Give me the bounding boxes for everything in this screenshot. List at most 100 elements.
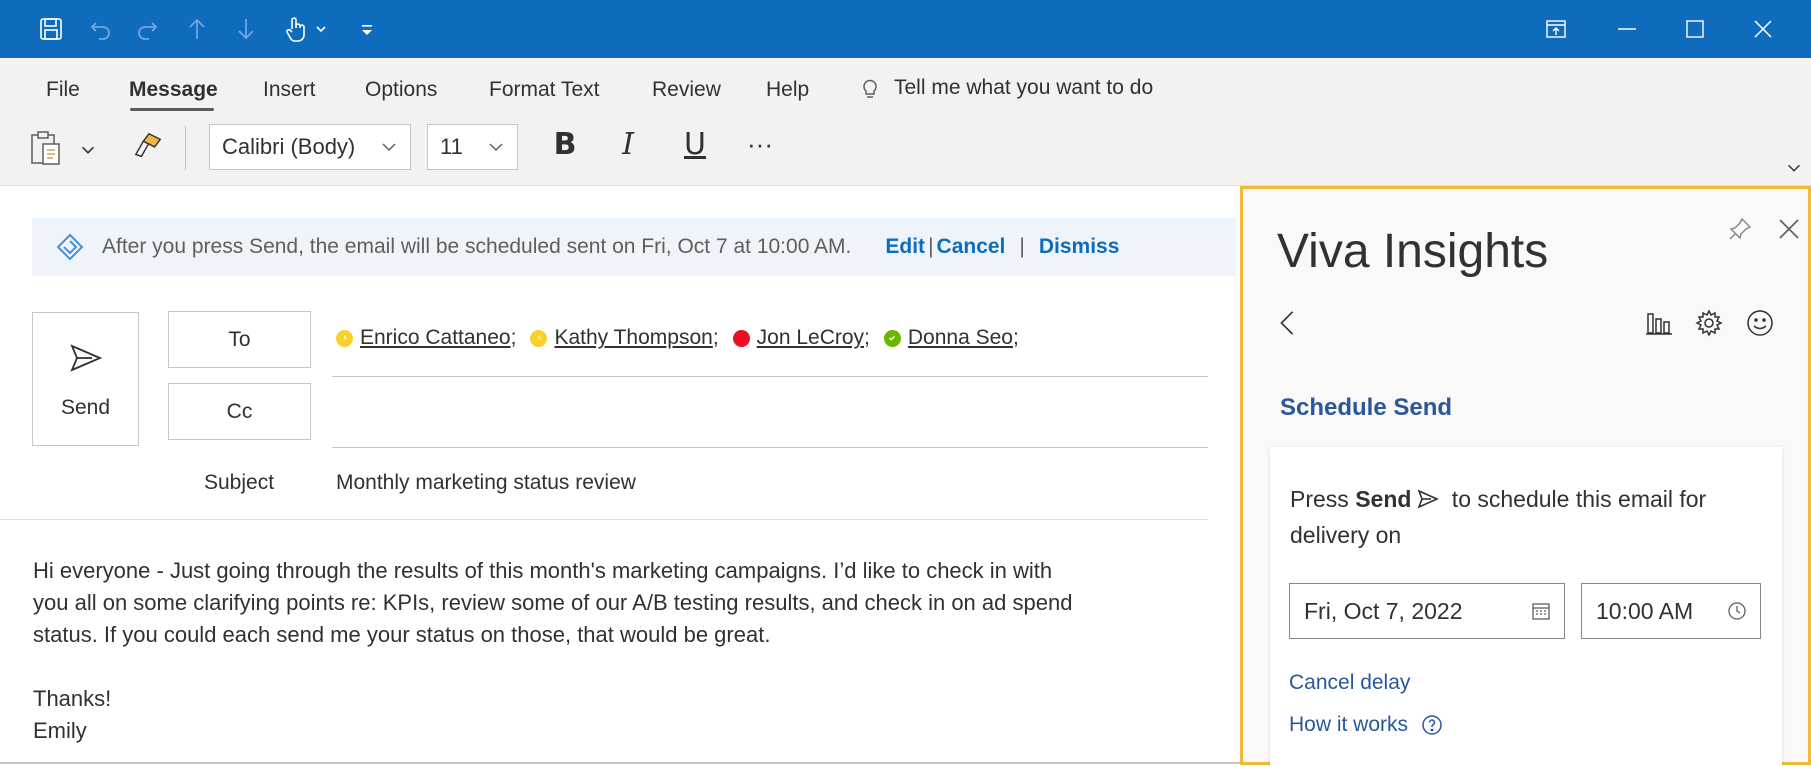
tab-format-text[interactable]: Format Text	[489, 78, 599, 102]
to-recipients-field[interactable]: Enrico Cattaneo; Kathy Thompson; Jon LeC…	[336, 326, 1033, 350]
recipient-chip[interactable]: Jon LeCroy;	[732, 326, 870, 350]
recipient-name: Kathy Thompson	[554, 326, 713, 349]
minimize-icon[interactable]	[1594, 0, 1660, 58]
back-icon[interactable]	[1269, 303, 1305, 343]
body-line: you all on some clarifying points re: KP…	[33, 590, 1073, 615]
send-button[interactable]: Send	[32, 312, 139, 446]
chevron-down-icon	[489, 143, 503, 152]
send-icon	[69, 344, 102, 372]
how-it-works-label: How it works	[1289, 713, 1409, 736]
lightbulb-icon	[863, 79, 877, 98]
recipient-name: Enrico Cattaneo	[360, 326, 511, 349]
font-size-dropdown[interactable]: 11	[427, 124, 518, 170]
instruction-text: Press	[1290, 486, 1356, 512]
body-line: status. If you could each send me your s…	[33, 622, 771, 647]
cc-button[interactable]: Cc	[168, 383, 311, 440]
tab-help[interactable]: Help	[766, 78, 809, 102]
delivery-time-value: 10:00 AM	[1596, 597, 1694, 624]
tab-message[interactable]: Message	[129, 78, 218, 102]
paste-icon[interactable]	[26, 128, 66, 168]
tab-insert[interactable]: Insert	[263, 78, 316, 102]
customize-qat-icon[interactable]	[348, 10, 386, 48]
presence-busy-icon	[732, 329, 750, 347]
presence-away-icon	[530, 329, 548, 347]
pane-title: Viva Insights	[1277, 225, 1549, 278]
banner-dismiss-link[interactable]: Dismiss	[1039, 235, 1120, 259]
up-arrow-icon[interactable]	[178, 10, 216, 48]
settings-gear-icon[interactable]	[1691, 305, 1727, 341]
viva-insights-icon	[56, 233, 84, 261]
italic-button[interactable]: I	[608, 122, 648, 166]
ribbon-divider	[185, 126, 186, 170]
save-icon[interactable]	[32, 10, 70, 48]
tell-me-label: Tell me what you want to do	[894, 76, 1154, 99]
active-tab-indicator	[130, 108, 214, 111]
format-painter-icon[interactable]	[128, 126, 168, 166]
touch-mode-icon[interactable]	[277, 10, 335, 48]
tab-file[interactable]: File	[46, 78, 80, 102]
feedback-smiley-icon[interactable]	[1742, 305, 1778, 341]
tab-review[interactable]: Review	[652, 78, 721, 102]
paste-dropdown-chevron-icon[interactable]	[72, 138, 104, 162]
delivery-time-picker[interactable]: 10:00 AM	[1581, 583, 1761, 639]
delivery-date-value: Fri, Oct 7, 2022	[1304, 597, 1463, 624]
cc-field-underline	[332, 447, 1208, 448]
close-icon[interactable]	[1730, 0, 1796, 58]
instruction-send-bold: Send	[1355, 486, 1412, 512]
delivery-date-picker[interactable]: Fri, Oct 7, 2022	[1289, 583, 1565, 639]
recipient-chip[interactable]: Enrico Cattaneo;	[336, 326, 516, 350]
maximize-icon[interactable]	[1662, 0, 1728, 58]
down-arrow-icon[interactable]	[227, 10, 265, 48]
schedule-send-heading: Schedule Send	[1280, 394, 1453, 421]
help-circle-icon	[1422, 715, 1442, 735]
body-blank	[33, 651, 1213, 683]
close-pane-icon[interactable]	[1771, 211, 1807, 247]
chevron-down-icon	[382, 143, 396, 152]
presence-away-icon	[336, 329, 353, 347]
redo-icon[interactable]	[128, 10, 166, 48]
recipient-name: Donna Seo	[907, 326, 1013, 349]
bold-button[interactable]: B	[545, 122, 585, 166]
more-options-button[interactable]: ···	[738, 122, 782, 166]
to-button[interactable]: To	[168, 311, 311, 368]
compose-bottom-border	[0, 762, 1240, 764]
recipient-chip[interactable]: Kathy Thompson;	[530, 326, 719, 350]
subject-divider	[0, 519, 1208, 520]
subject-label: Subject	[204, 471, 275, 494]
banner-separator: |	[1019, 235, 1025, 258]
font-name-value: Calibri (Body)	[222, 134, 356, 159]
banner-text: After you press Send, the email will be …	[102, 235, 852, 258]
subject-input[interactable]: Monthly marketing status review	[336, 471, 636, 495]
body-line: Emily	[33, 718, 87, 743]
presence-available-icon	[883, 329, 901, 347]
clock-icon	[1728, 602, 1746, 620]
banner-cancel-link[interactable]: Cancel	[937, 235, 1006, 259]
recipient-chip[interactable]: Donna Seo;	[883, 326, 1019, 350]
title-bar	[0, 0, 1811, 58]
how-it-works-link[interactable]: How it works	[1289, 713, 1444, 737]
to-field-underline	[332, 376, 1208, 377]
schedule-info-banner: After you press Send, the email will be …	[32, 218, 1236, 276]
undo-icon[interactable]	[82, 10, 120, 48]
banner-separator: |	[928, 235, 934, 258]
calendar-icon	[1532, 603, 1550, 620]
banner-edit-link[interactable]: Edit	[885, 235, 925, 259]
schedule-send-card: Press Send to schedule this email for de…	[1270, 447, 1782, 767]
body-line: Thanks!	[33, 686, 112, 711]
send-label: Send	[60, 396, 111, 419]
tab-options[interactable]: Options	[365, 78, 437, 102]
cancel-delay-link[interactable]: Cancel delay	[1289, 671, 1410, 695]
body-line: Hi everyone - Just going through the res…	[33, 558, 1053, 583]
underline-button[interactable]: U	[675, 122, 715, 166]
schedule-instruction: Press Send to schedule this email for de…	[1290, 481, 1770, 553]
tell-me-search[interactable]: Tell me what you want to do	[858, 76, 1153, 100]
font-name-dropdown[interactable]: Calibri (Body)	[209, 124, 411, 170]
message-body[interactable]: Hi everyone - Just going through the res…	[33, 555, 1213, 747]
recipient-name: Jon LeCroy	[756, 326, 865, 349]
restore-to-window-icon[interactable]	[1523, 0, 1589, 58]
send-icon	[1418, 489, 1440, 509]
pin-icon[interactable]	[1722, 211, 1758, 247]
ribbon-collapse-chevron-icon[interactable]	[1780, 156, 1808, 180]
bar-chart-icon[interactable]	[1641, 305, 1677, 341]
viva-insights-pane: Viva Insights Schedule Send Press Send t…	[1240, 186, 1811, 767]
